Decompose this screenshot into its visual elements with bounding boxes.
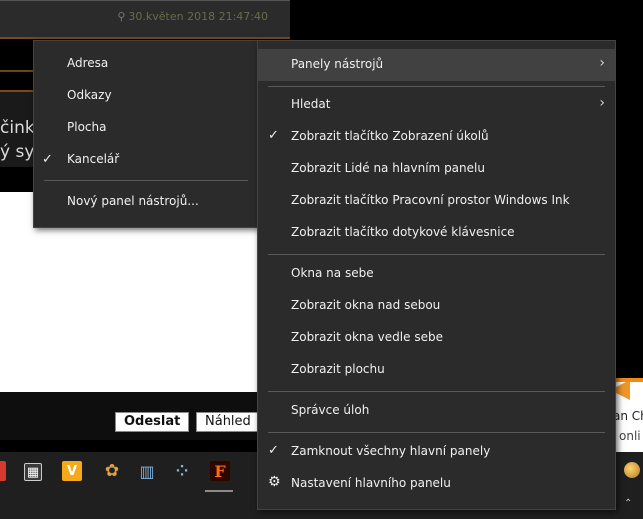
submenu-item-label: Plocha [67, 120, 107, 134]
vivaldi-icon[interactable]: V [62, 461, 82, 481]
check-icon: ✓ [268, 128, 279, 143]
submenu-item-kancelar[interactable]: ✓ Kancelář [34, 145, 258, 175]
menu-item-show-task-view[interactable]: ✓ Zobrazit tlačítko Zobrazení úkolů [258, 121, 615, 153]
taskbar-context-menu: Panely nástrojů › Hledat › ✓ Zobrazit tl… [257, 40, 616, 510]
menu-item-task-manager[interactable]: Správce úloh [258, 395, 615, 427]
menu-item-label: Okna na sebe [291, 266, 374, 280]
post-date: ⚲ 30.květen 2018 21:47:40 [117, 10, 268, 23]
menu-item-label: Správce úloh [291, 403, 370, 417]
toast-text: onli [619, 429, 641, 443]
menu-separator [268, 86, 605, 87]
menu-item-label: Panely nástrojů [291, 57, 384, 71]
app-red-icon[interactable] [0, 461, 6, 481]
submenu-item-plocha[interactable]: Plocha [34, 113, 258, 143]
submenu-item-label: Adresa [67, 56, 109, 70]
pin-icon: ⚲ [117, 10, 126, 23]
menu-separator [268, 254, 605, 255]
menu-item-show-ink[interactable]: Zobrazit tlačítko Pracovní prostor Windo… [258, 185, 615, 217]
menu-item-stack[interactable]: Zobrazit okna nad sebou [258, 290, 615, 322]
submenu-item-label: Odkazy [67, 88, 112, 102]
toast-text: an Ch [613, 409, 643, 423]
menu-item-search[interactable]: Hledat › [258, 89, 615, 121]
send-button[interactable]: Odeslat [115, 412, 190, 432]
post-header: ⚲ 30.květen 2018 21:47:40 [0, 0, 290, 39]
chevron-right-icon: › [599, 95, 605, 111]
chevron-right-icon: › [599, 55, 605, 71]
menu-separator [44, 180, 248, 181]
menu-separator [268, 432, 605, 433]
menu-item-label: Hledat [291, 97, 331, 111]
tray-app-icon[interactable] [624, 462, 640, 478]
menu-item-show-keyboard[interactable]: Zobrazit tlačítko dotykové klávesnice [258, 217, 615, 249]
menu-item-label: Zobrazit okna vedle sebe [291, 330, 443, 344]
menu-item-label: Zobrazit okna nad sebou [291, 298, 441, 312]
grid-icon[interactable]: ⁘ [172, 461, 192, 481]
check-icon: ✓ [268, 443, 279, 458]
menu-item-show-desktop[interactable]: Zobrazit plochu [258, 354, 615, 386]
check-icon: ✓ [42, 152, 53, 167]
menu-separator [268, 391, 605, 392]
preview-button[interactable]: Náhled [196, 412, 260, 432]
books-icon[interactable]: ▥ [137, 461, 157, 481]
active-indicator [205, 490, 233, 492]
submenu-item-odkazy[interactable]: Odkazy [34, 81, 258, 111]
menu-item-toolbars[interactable]: Panely nástrojů › [258, 49, 615, 81]
toolbars-submenu: Adresa Odkazy Plocha ✓ Kancelář Nový pan… [33, 40, 259, 228]
tray-chevron-icon[interactable]: ⌃ [624, 498, 632, 509]
gear-icon: ⚙ [268, 474, 281, 490]
store-icon[interactable]: ▦ [24, 463, 42, 481]
paint-icon[interactable]: ✿ [102, 461, 122, 481]
menu-item-label: Zobrazit Lidé na hlavním panelu [291, 161, 485, 175]
menu-item-label: Zobrazit plochu [291, 362, 385, 376]
menu-item-side-by-side[interactable]: Zobrazit okna vedle sebe [258, 322, 615, 354]
menu-item-label: Zamknout všechny hlavní panely [291, 444, 491, 458]
f-app-icon[interactable]: F [210, 461, 230, 481]
menu-item-label: Zobrazit tlačítko dotykové klávesnice [291, 225, 515, 239]
menu-item-lock-taskbars[interactable]: ✓ Zamknout všechny hlavní panely [258, 436, 615, 468]
submenu-item-label: Nový panel nástrojů... [67, 194, 199, 208]
menu-item-show-people[interactable]: Zobrazit Lidé na hlavním panelu [258, 153, 615, 185]
submenu-item-adresa[interactable]: Adresa [34, 49, 258, 79]
menu-item-label: Zobrazit tlačítko Pracovní prostor Windo… [291, 193, 570, 207]
menu-item-label: Zobrazit tlačítko Zobrazení úkolů [291, 129, 489, 143]
menu-item-label: Nastavení hlavního panelu [291, 476, 451, 490]
submenu-item-new-toolbar[interactable]: Nový panel nástrojů... [34, 187, 258, 217]
menu-item-taskbar-settings[interactable]: ⚙ Nastavení hlavního panelu [258, 468, 615, 500]
submenu-item-label: Kancelář [67, 152, 120, 166]
menu-item-cascade[interactable]: Okna na sebe [258, 258, 615, 290]
